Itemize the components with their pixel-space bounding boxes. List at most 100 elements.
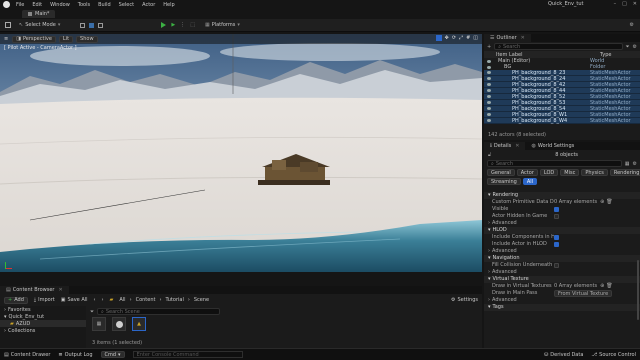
menu-item-edit[interactable]: Edit [32, 2, 42, 8]
section-hlod[interactable]: ▾ HLOD [484, 227, 640, 234]
visibility-eye-icon[interactable] [487, 95, 491, 98]
camera-speed-icon[interactable]: ◫ [473, 35, 478, 41]
breadcrumb-item[interactable]: Scene [194, 297, 209, 303]
filter-all[interactable]: All [522, 178, 538, 185]
close-icon[interactable]: ✕ [515, 143, 519, 149]
minimize-icon[interactable]: – [614, 1, 617, 7]
derived-data-button[interactable]: ⛁ Derived Data [544, 352, 583, 358]
settings-button[interactable]: ⚙ [630, 22, 634, 28]
filter-icon[interactable]: ⏷ [626, 44, 630, 50]
asset-search[interactable]: ⌕ Search Scene [97, 308, 220, 315]
asset-tile[interactable]: ▦ [92, 317, 106, 331]
column-type[interactable]: Type [600, 52, 611, 58]
visibility-eye-icon[interactable] [487, 119, 491, 122]
menu-item-select[interactable]: Select [119, 2, 134, 8]
filter-lod[interactable]: LOD [539, 169, 559, 176]
trash-icon[interactable]: 🗑︎ [606, 283, 612, 290]
breadcrumb-item[interactable]: Content [136, 297, 156, 303]
section-virtual-texture[interactable]: ▾ Virtual Texture [484, 276, 640, 283]
filter-physics[interactable]: Physics [581, 169, 608, 176]
back-icon[interactable]: ‹ [94, 297, 96, 303]
select-tool-icon[interactable] [435, 35, 442, 41]
virtual-texture-advanced[interactable]: › Advanced [484, 297, 640, 304]
filter-general[interactable]: General [487, 169, 515, 176]
project-root[interactable]: ▾ Quick_Env_tut [0, 313, 86, 320]
play-options-icon[interactable]: ⋮ [180, 22, 185, 28]
settings-icon[interactable]: ⚙ [633, 44, 637, 50]
folder-azud[interactable]: ▰ AZUD [0, 320, 86, 327]
asset-tile-selected[interactable]: ▲ [132, 317, 146, 331]
select-mode-button[interactable]: ↖ Select Mode ▾ [19, 22, 60, 28]
section-navigation[interactable]: ▾ Navigation [484, 255, 640, 262]
save-icon[interactable] [5, 22, 11, 28]
tab-content-browser[interactable]: ▤ Content Browser ✕ [0, 286, 69, 294]
lit-button[interactable]: Lit [58, 35, 74, 43]
visible-checkbox[interactable] [554, 207, 559, 212]
include-hlod-checkbox[interactable] [554, 235, 559, 240]
maximize-icon[interactable]: □ [622, 1, 627, 7]
favorites-header[interactable]: › Favorites [0, 306, 86, 313]
menu-item-help[interactable]: Help [163, 2, 174, 8]
perspective-button[interactable]: ◨ Perspective [12, 35, 56, 43]
column-item-label[interactable]: Item Label [496, 52, 600, 58]
platforms-button[interactable]: ▦ Platforms ▾ [205, 22, 240, 28]
close-icon[interactable]: ✕ [521, 35, 525, 41]
blueprint-icon[interactable] [89, 22, 95, 28]
visibility-eye-icon[interactable] [487, 77, 491, 80]
cmd-dropdown[interactable]: Cmd ▾ [100, 351, 125, 358]
close-icon[interactable]: ✕ [633, 1, 637, 7]
collections-header[interactable]: › Collections [0, 327, 86, 334]
move-tool-icon[interactable]: ✥ [445, 35, 449, 41]
filter-rendering[interactable]: Rendering [609, 169, 640, 176]
lock-icon[interactable]: 🔓︎ [488, 152, 491, 158]
forward-icon[interactable]: › [102, 297, 104, 303]
menu-item-window[interactable]: Window [50, 2, 70, 8]
breadcrumb-item[interactable]: All [119, 297, 125, 303]
settings-icon[interactable]: ⚙ [633, 161, 637, 167]
output-log-button[interactable]: ≣ Output Log [58, 352, 92, 358]
content-drawer-button[interactable]: ▤ Content Drawer [4, 352, 50, 358]
trash-icon[interactable]: 🗑︎ [606, 199, 612, 206]
visibility-eye-icon[interactable] [487, 101, 491, 104]
menu-item-tools[interactable]: Tools [78, 2, 90, 8]
hlod-advanced[interactable]: › Advanced [484, 248, 640, 255]
outliner-row[interactable]: PH_background_8_W4 StaticMeshActor [484, 118, 640, 124]
draw-main-pass-dropdown[interactable]: From Virtual Texture [554, 290, 613, 297]
viewport-menu-icon[interactable]: ≡ [4, 36, 8, 42]
grid-snap-icon[interactable]: # [466, 35, 470, 41]
console-input[interactable]: Enter Console Command [132, 351, 243, 358]
asset-tile[interactable] [112, 317, 126, 331]
play-next-icon[interactable]: ▶ [171, 22, 175, 28]
play-icon[interactable] [161, 22, 167, 28]
filter-icon[interactable]: ⏷ [90, 309, 94, 315]
include-actor-hlod-checkbox[interactable] [554, 242, 559, 247]
menu-item-actor[interactable]: Actor [142, 2, 155, 8]
create-actor-icon[interactable] [80, 22, 86, 28]
add-icon[interactable]: ⊕ [600, 199, 604, 206]
import-button[interactable]: ⤓ Import [34, 297, 55, 303]
visibility-eye-icon[interactable] [487, 71, 491, 74]
details-scrollbar[interactable] [637, 260, 639, 320]
add-icon[interactable]: ⊕ [600, 283, 604, 290]
filter-streaming[interactable]: Streaming [487, 178, 521, 185]
visibility-eye-icon[interactable] [487, 113, 491, 116]
property-matrix-icon[interactable]: ▦ [625, 161, 630, 167]
visibility-eye-icon[interactable] [487, 107, 491, 110]
source-control-button[interactable]: ⎇ Source Control [591, 352, 636, 358]
hidden-in-game-checkbox[interactable] [554, 214, 559, 219]
visibility-eye-icon[interactable] [487, 83, 491, 86]
filter-misc[interactable]: Misc [560, 169, 580, 176]
scale-tool-icon[interactable]: ⤢ [459, 35, 463, 41]
tab-details[interactable]: ℹ Details ✕ [484, 142, 526, 150]
show-button[interactable]: Show [76, 35, 98, 43]
settings-button[interactable]: ⚙ Settings [451, 297, 478, 303]
menu-item-build[interactable]: Build [98, 2, 111, 8]
launch-icon[interactable]: ⬚ [190, 22, 195, 28]
close-icon[interactable]: ✕ [58, 287, 62, 293]
add-icon[interactable]: + [487, 44, 491, 50]
breadcrumb-item[interactable]: Tutorial [165, 297, 183, 303]
tab-world-settings[interactable]: ◍ World Settings [525, 143, 580, 149]
filter-actor[interactable]: Actor [516, 169, 538, 176]
level-viewport[interactable]: ≡ ◨ Perspective Lit Show ✥ ⟳ ⤢ # ◫ [ Pil… [0, 34, 482, 272]
save-all-button[interactable]: ▣ Save All [61, 297, 88, 303]
